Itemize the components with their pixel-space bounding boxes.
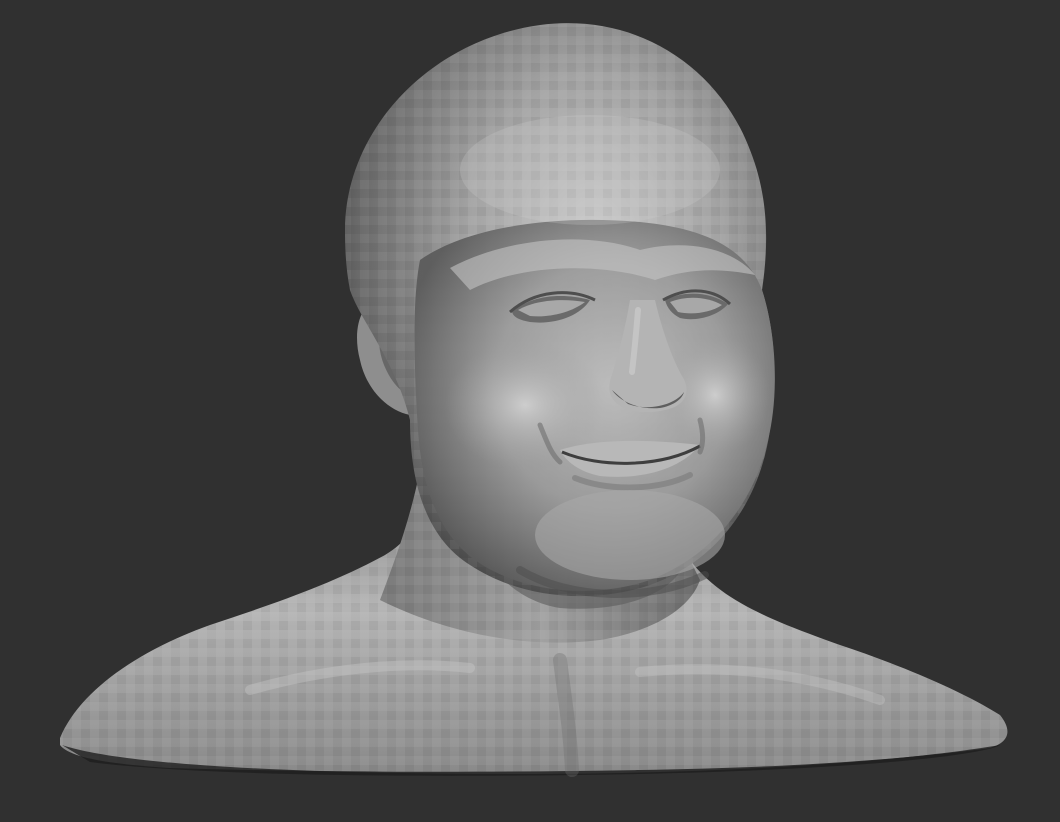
sculpted-bust-render bbox=[60, 23, 1008, 777]
sculpt-viewport[interactable] bbox=[0, 0, 1060, 822]
